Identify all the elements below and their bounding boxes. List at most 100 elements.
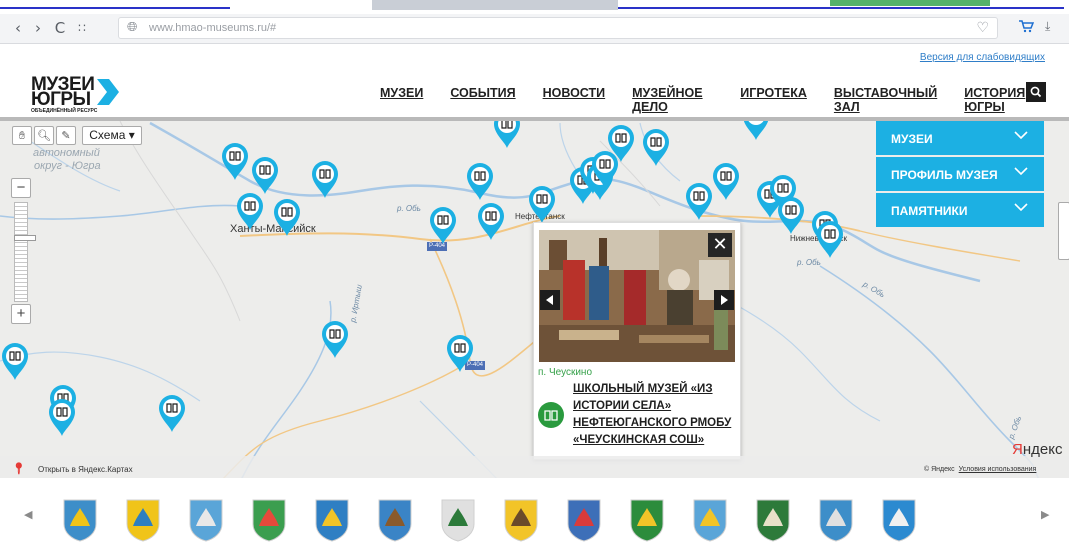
- museum-marker[interactable]: [445, 333, 475, 373]
- museum-marker[interactable]: [641, 127, 671, 167]
- menu-item-games[interactable]: ИГРОТЕКА: [740, 86, 807, 114]
- museum-marker[interactable]: [711, 161, 741, 201]
- site-logo[interactable]: МУЗЕИ ЮГРЫ ОБЪЕДИНЁННЫЙ РЕСУРС: [31, 75, 131, 117]
- search-button[interactable]: [1026, 82, 1046, 102]
- coat-of-arms-icon[interactable]: [314, 498, 350, 542]
- museum-marker[interactable]: [741, 121, 771, 141]
- site-header: Версия для слабовидящих МУЗЕИ ЮГРЫ ОБЪЕД…: [0, 45, 1069, 117]
- carousel-next-button[interactable]: ▶: [1041, 508, 1049, 521]
- river-label: р. Обь: [797, 258, 821, 267]
- museum-marker[interactable]: [0, 341, 30, 381]
- museum-marker[interactable]: [428, 205, 458, 245]
- chevron-down-icon: [1014, 167, 1028, 176]
- main-menu: МУЗЕИ СОБЫТИЯ НОВОСТИ МУЗЕЙНОЕ ДЕЛО ИГРО…: [380, 86, 1069, 114]
- bookmark-heart-icon[interactable]: ♡: [976, 20, 989, 36]
- museum-marker[interactable]: [272, 197, 302, 237]
- museum-marker[interactable]: [684, 181, 714, 221]
- museum-marker[interactable]: [606, 123, 636, 163]
- zoom-out-button[interactable]: −: [11, 178, 31, 198]
- museum-marker[interactable]: [527, 184, 557, 224]
- photo-prev-button[interactable]: [540, 290, 560, 310]
- book-marker-icon: [608, 125, 634, 162]
- address-bar[interactable]: 🌐︎ www.hmao-museums.ru/# ♡: [118, 17, 998, 39]
- map-toolbar: ✋︎ 🔍︎ ✎ Схема ▾: [12, 126, 142, 145]
- back-icon[interactable]: ‹: [8, 18, 28, 38]
- download-icon[interactable]: ⤓: [1045, 19, 1050, 34]
- coat-of-arms-icon[interactable]: [629, 498, 665, 542]
- filter-museums[interactable]: МУЗЕИ: [876, 121, 1044, 155]
- accessibility-version-link[interactable]: Версия для слабовидящих: [920, 52, 1045, 63]
- coat-of-arms-icon[interactable]: [881, 498, 917, 542]
- coat-of-arms-icon[interactable]: [440, 498, 476, 542]
- coat-of-arms-icon[interactable]: [188, 498, 224, 542]
- reload-icon[interactable]: C: [50, 18, 70, 38]
- filter-monuments[interactable]: ПАМЯТНИКИ: [876, 193, 1044, 227]
- coat-of-arms-icon[interactable]: [251, 498, 287, 542]
- map-type-select[interactable]: Схема ▾: [82, 126, 142, 145]
- menu-item-museum-affairs[interactable]: МУЗЕЙНОЕ ДЕЛО: [632, 86, 713, 114]
- chevron-down-icon: [1014, 131, 1028, 140]
- coat-of-arms-icon[interactable]: [755, 498, 791, 542]
- map-side-handle[interactable]: [1058, 202, 1069, 260]
- coat-of-arms-icon[interactable]: [692, 498, 728, 542]
- coat-of-arms-icon[interactable]: [503, 498, 539, 542]
- museum-marker[interactable]: [220, 141, 250, 181]
- magnifier-icon[interactable]: 🔍︎: [34, 126, 54, 145]
- menu-item-news[interactable]: НОВОСТИ: [543, 86, 606, 114]
- filter-label: МУЗЕИ: [891, 132, 933, 146]
- museum-marker[interactable]: [310, 159, 340, 199]
- coat-of-arms-icon[interactable]: [125, 498, 161, 542]
- menu-item-events[interactable]: СОБЫТИЯ: [450, 86, 515, 114]
- museum-marker[interactable]: [815, 219, 845, 259]
- forward-icon[interactable]: ›: [28, 18, 48, 38]
- museum-marker[interactable]: [47, 397, 77, 437]
- book-marker-icon: [159, 395, 185, 432]
- book-marker-icon: [222, 143, 248, 180]
- zoom-slider[interactable]: [14, 202, 36, 302]
- museum-marker[interactable]: [250, 155, 280, 195]
- book-marker-icon: [778, 197, 804, 234]
- museum-photo: [539, 230, 735, 362]
- region-label: округ - Югра: [34, 160, 101, 172]
- museum-marker[interactable]: [320, 319, 350, 359]
- hand-drag-icon[interactable]: ✋︎: [12, 126, 32, 145]
- book-icon: [544, 410, 558, 421]
- menu-item-museums[interactable]: МУЗЕИ: [380, 86, 423, 114]
- coat-of-arms-icon[interactable]: [377, 498, 413, 542]
- logo-arrow-icon: [97, 79, 119, 105]
- popup-close-button[interactable]: ✕: [708, 233, 732, 257]
- zoom-in-button[interactable]: +: [11, 304, 31, 324]
- zoom-knob[interactable]: [14, 235, 36, 241]
- book-marker-icon: [713, 163, 739, 200]
- museum-marker[interactable]: [157, 393, 187, 433]
- museum-title-link[interactable]: ШКОЛЬНЫЙ МУЗЕЙ «ИЗ ИСТОРИИ СЕЛА» НЕФТЕЮГ…: [573, 381, 733, 449]
- terms-link[interactable]: Условия использования: [959, 466, 1037, 473]
- carousel-prev-button[interactable]: ◀: [24, 508, 32, 521]
- museum-marker[interactable]: [776, 195, 806, 235]
- grid-icon[interactable]: ∷: [72, 18, 92, 38]
- filter-museum-profile[interactable]: ПРОФИЛЬ МУЗЕЯ: [876, 157, 1044, 191]
- book-marker-icon: [322, 321, 348, 358]
- museum-marker[interactable]: [476, 201, 506, 241]
- museum-marker[interactable]: [235, 191, 265, 231]
- cart-icon[interactable]: [1018, 19, 1035, 37]
- coat-of-arms-icon[interactable]: [818, 498, 854, 542]
- filter-label: ПАМЯТНИКИ: [891, 204, 968, 218]
- photo-next-button[interactable]: [714, 290, 734, 310]
- coat-of-arms-icon[interactable]: [566, 498, 602, 542]
- book-marker-icon: [2, 343, 28, 380]
- map-filter-accordion: МУЗЕИ ПРОФИЛЬ МУЗЕЯ ПАМЯТНИКИ: [876, 121, 1044, 229]
- filter-label: ПРОФИЛЬ МУЗЕЯ: [891, 168, 998, 182]
- book-marker-icon: [274, 199, 300, 236]
- ruler-icon[interactable]: ✎: [56, 126, 76, 145]
- museum-marker[interactable]: [465, 161, 495, 201]
- open-in-yandex-link[interactable]: 📍︎ Открыть в Яндекс.Картах: [12, 462, 133, 475]
- book-marker-icon: [447, 335, 473, 372]
- museum-map[interactable]: ✋︎ 🔍︎ ✎ Схема ▾ − + автономный округ - Ю…: [0, 117, 1069, 478]
- book-marker-icon: [312, 161, 338, 198]
- coat-of-arms-icon[interactable]: [62, 498, 98, 542]
- menu-item-exhibition-hall[interactable]: ВЫСТАВОЧНЫЙ ЗАЛ: [834, 86, 937, 114]
- museum-marker[interactable]: [492, 121, 522, 149]
- book-marker-icon: [49, 399, 75, 436]
- book-marker-icon: [643, 129, 669, 166]
